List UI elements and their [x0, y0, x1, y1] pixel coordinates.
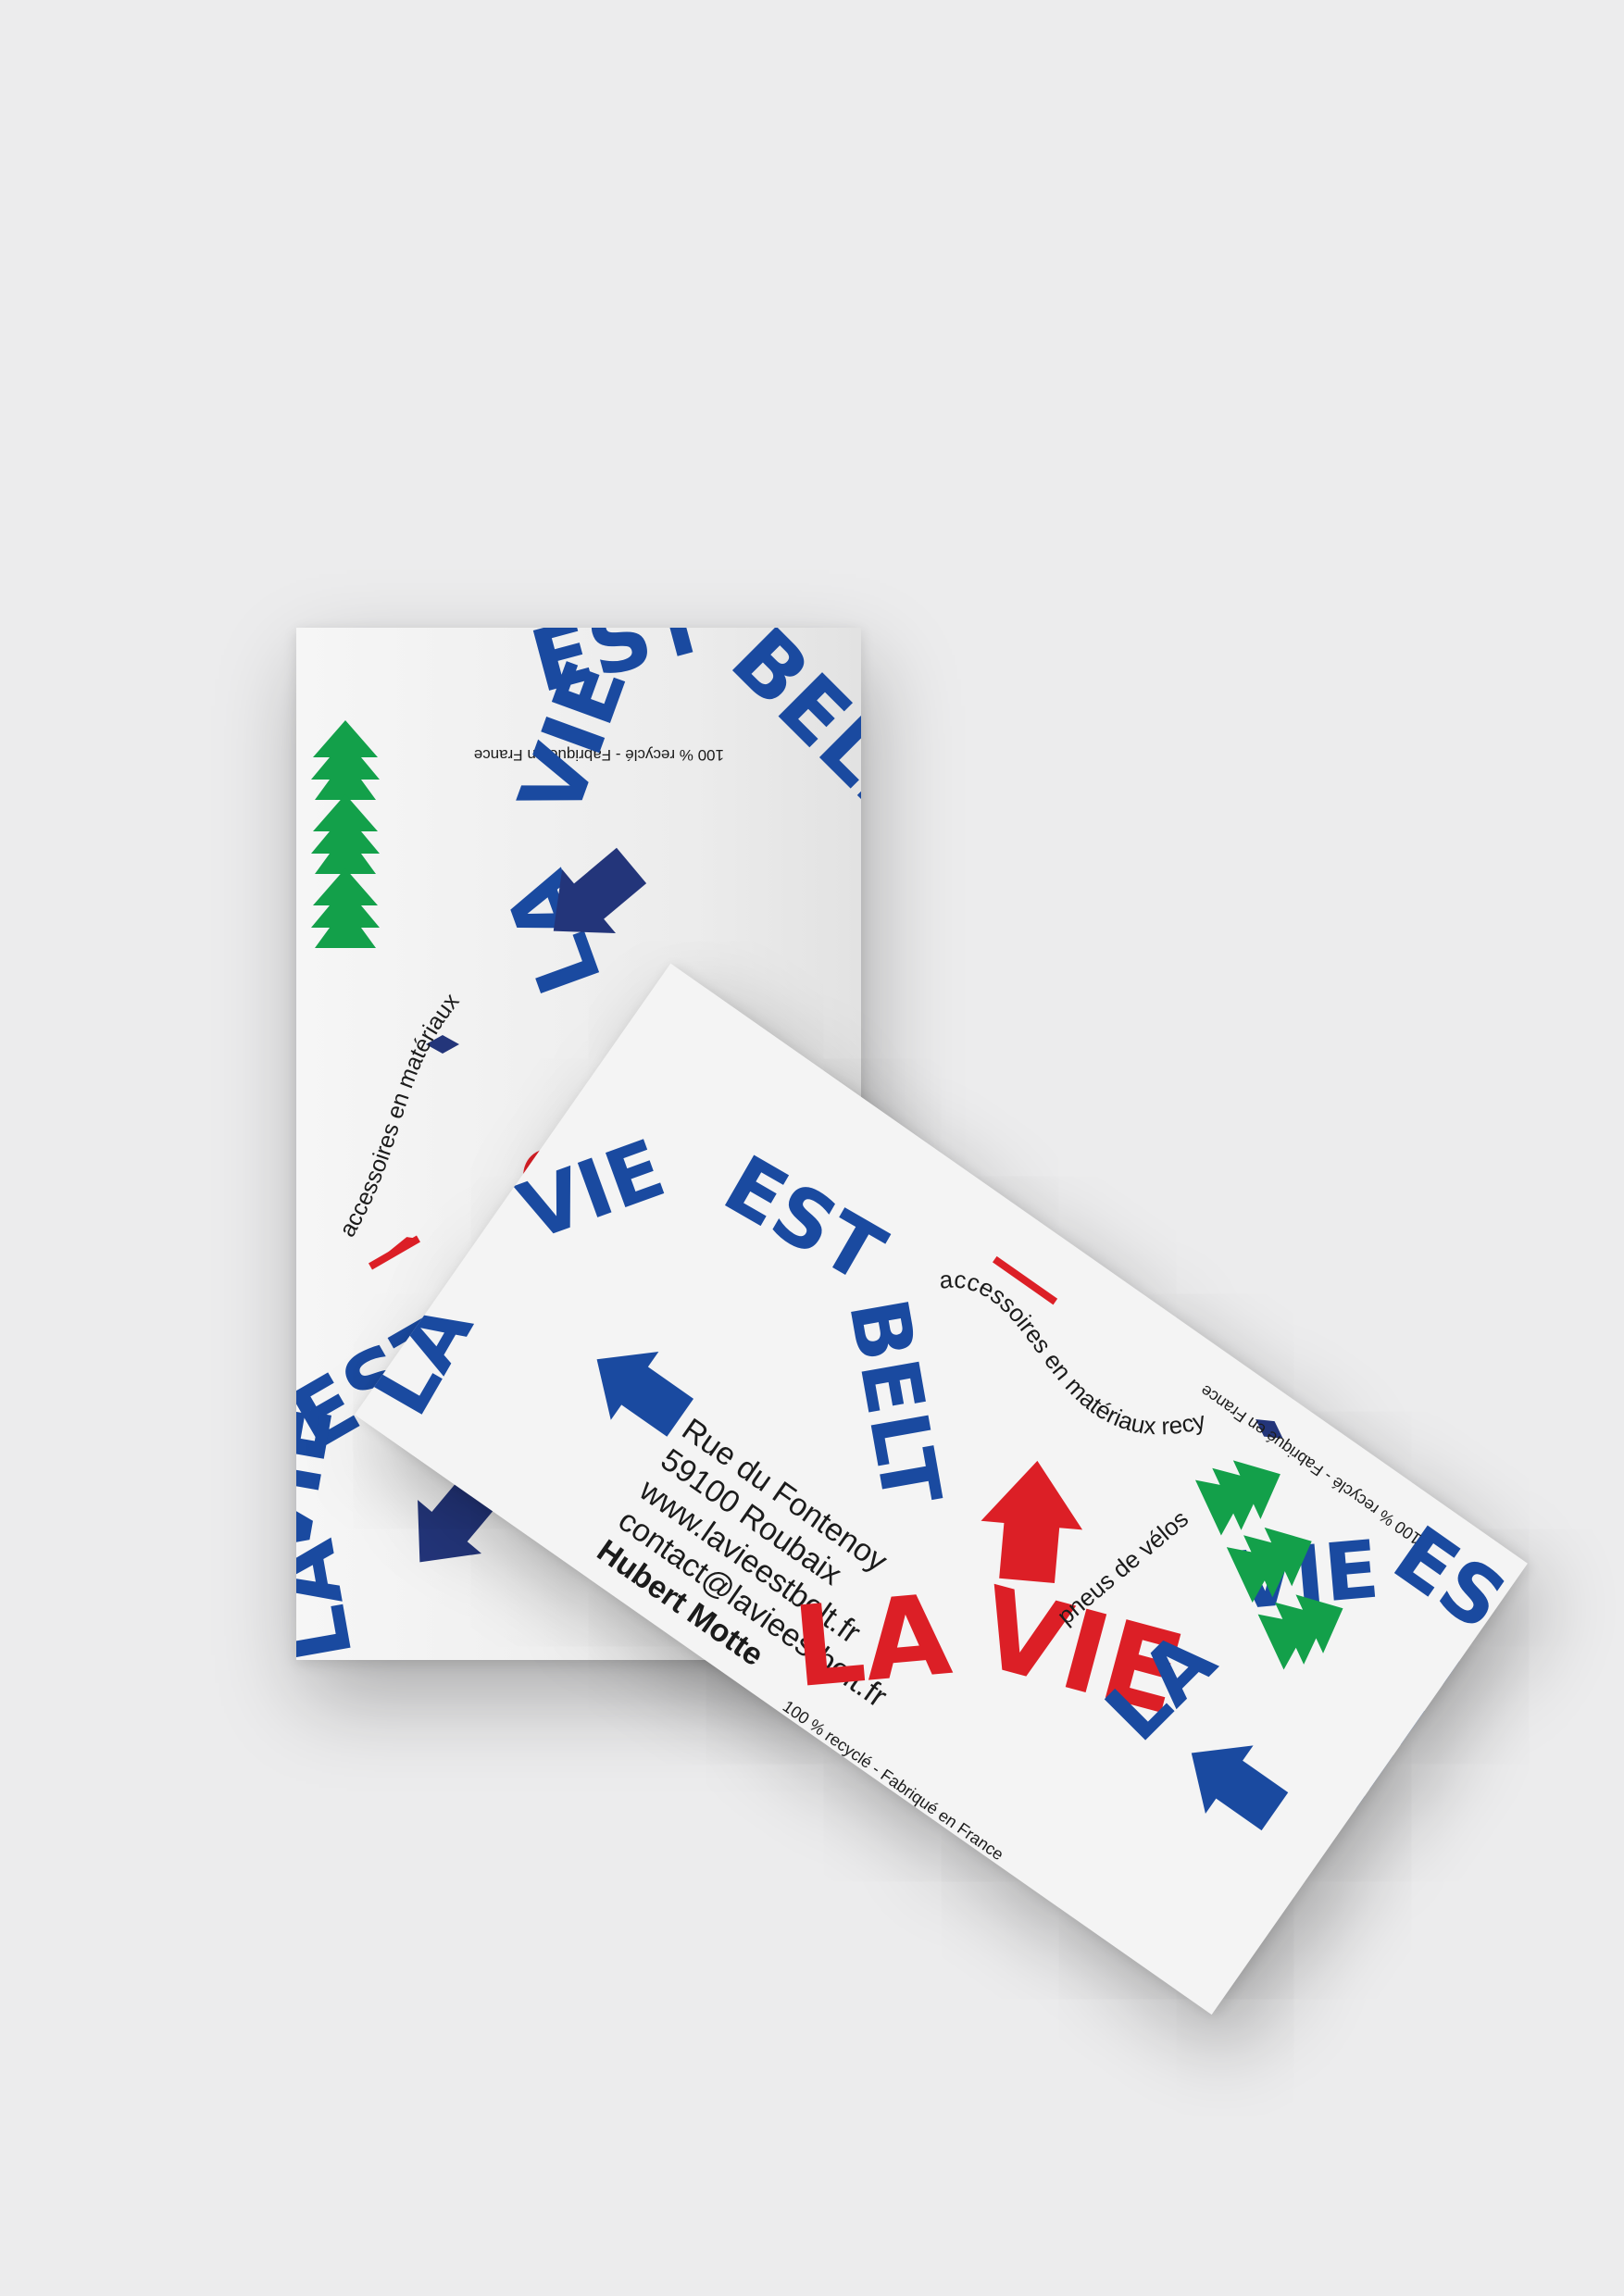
front-brand-belt-left: BELT [831, 1292, 957, 1513]
product-mockup-scene: 100 % recyclé - Fabriqué en France VIE E… [0, 0, 1624, 2296]
back-tagline: accessoires en matériaux recyclés [296, 628, 468, 1242]
front-footer-text: 100 % recyclé - Fabriqué en France [780, 1697, 1007, 1865]
front-footer-text-top: 100 % recyclé - Fabriqué en France [1197, 1381, 1425, 1549]
front-brand-la: LA [789, 1571, 956, 1713]
tree-icon [311, 720, 380, 948]
back-brand-top: VIE EST BELT LA [487, 628, 861, 1006]
arrow-icon [981, 1460, 1083, 1583]
front-brand-est-left: EST [709, 1138, 900, 1301]
back-brand-belt: BELT [712, 628, 861, 836]
back-brand-la-bottom: LA [296, 1533, 372, 1660]
arrow-icon [369, 1235, 420, 1270]
front-brand-belt-right: BELT [1329, 1644, 1523, 1867]
arrow-icon [1191, 1745, 1289, 1831]
